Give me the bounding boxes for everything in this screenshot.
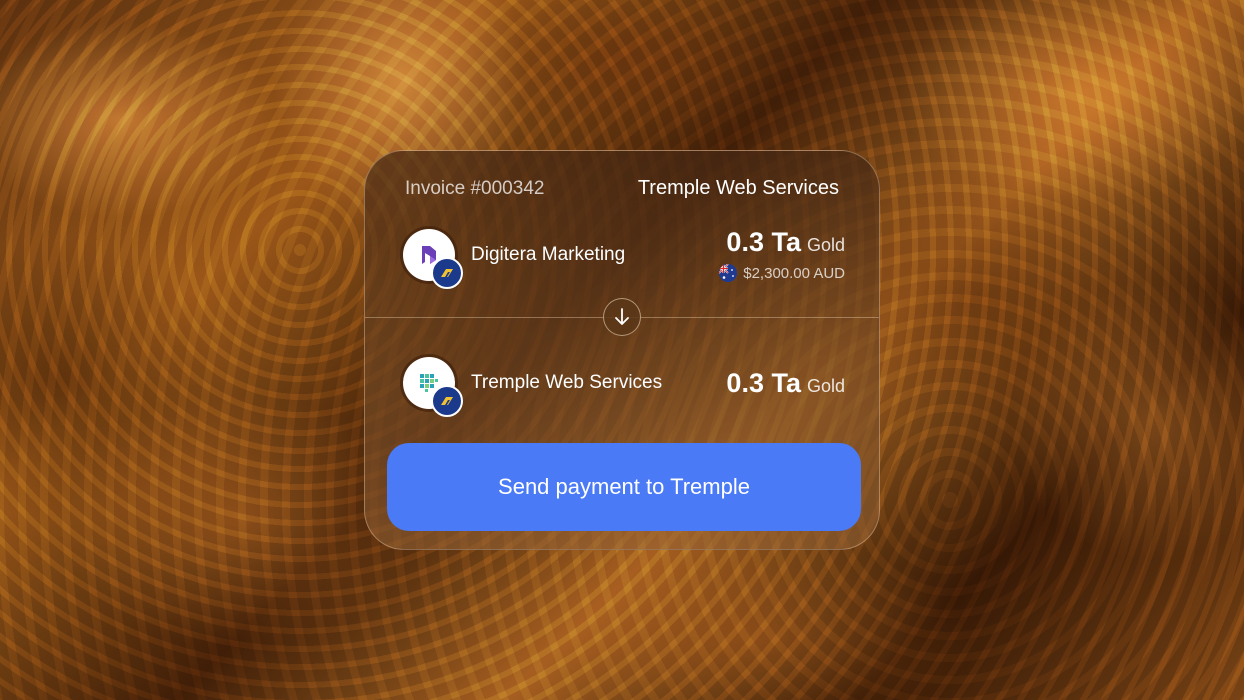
payee-amount-block: 0.3 Ta Gold	[726, 368, 845, 399]
payer-fiat-amount: $2,300.00 AUD	[743, 264, 845, 282]
network-badge-icon	[431, 385, 463, 417]
payer-amount-unit: Gold	[806, 235, 845, 255]
australia-flag-icon	[719, 264, 738, 282]
payee-amount: 0.3 Ta Gold	[726, 368, 845, 399]
card-header: Invoice #000342 Tremple Web Services	[405, 177, 839, 200]
send-payment-button[interactable]: Send payment to Tremple	[387, 443, 861, 531]
payee-amount-value: 0.3 Ta	[726, 367, 801, 398]
arrow-down-icon	[603, 298, 641, 336]
payer-row: Digitera Marketing 0.3 Ta Gold $2,300.00…	[403, 227, 845, 289]
payee-avatar	[403, 357, 463, 417]
merchant-name: Tremple Web Services	[637, 177, 839, 199]
payment-card: Invoice #000342 Tremple Web Services Dig…	[364, 150, 880, 550]
payer-amount: 0.3 Ta Gold	[719, 227, 845, 258]
payee-row: Tremple Web Services 0.3 Ta Gold	[403, 357, 845, 417]
invoice-number: Invoice #000342	[405, 177, 545, 199]
payee-amount-unit: Gold	[806, 375, 845, 396]
payer-amount-value: 0.3 Ta	[726, 227, 801, 257]
payer-party: Digitera Marketing	[403, 228, 626, 289]
network-badge-icon	[431, 256, 463, 289]
payer-fiat: $2,300.00 AUD	[719, 264, 845, 282]
payee-party: Tremple Web Services	[403, 357, 663, 417]
payee-name: Tremple Web Services	[471, 372, 663, 393]
payer-amount-block: 0.3 Ta Gold $2,300.00 AUD	[719, 227, 845, 282]
payer-name: Digitera Marketing	[471, 243, 626, 265]
payer-avatar	[403, 228, 463, 289]
